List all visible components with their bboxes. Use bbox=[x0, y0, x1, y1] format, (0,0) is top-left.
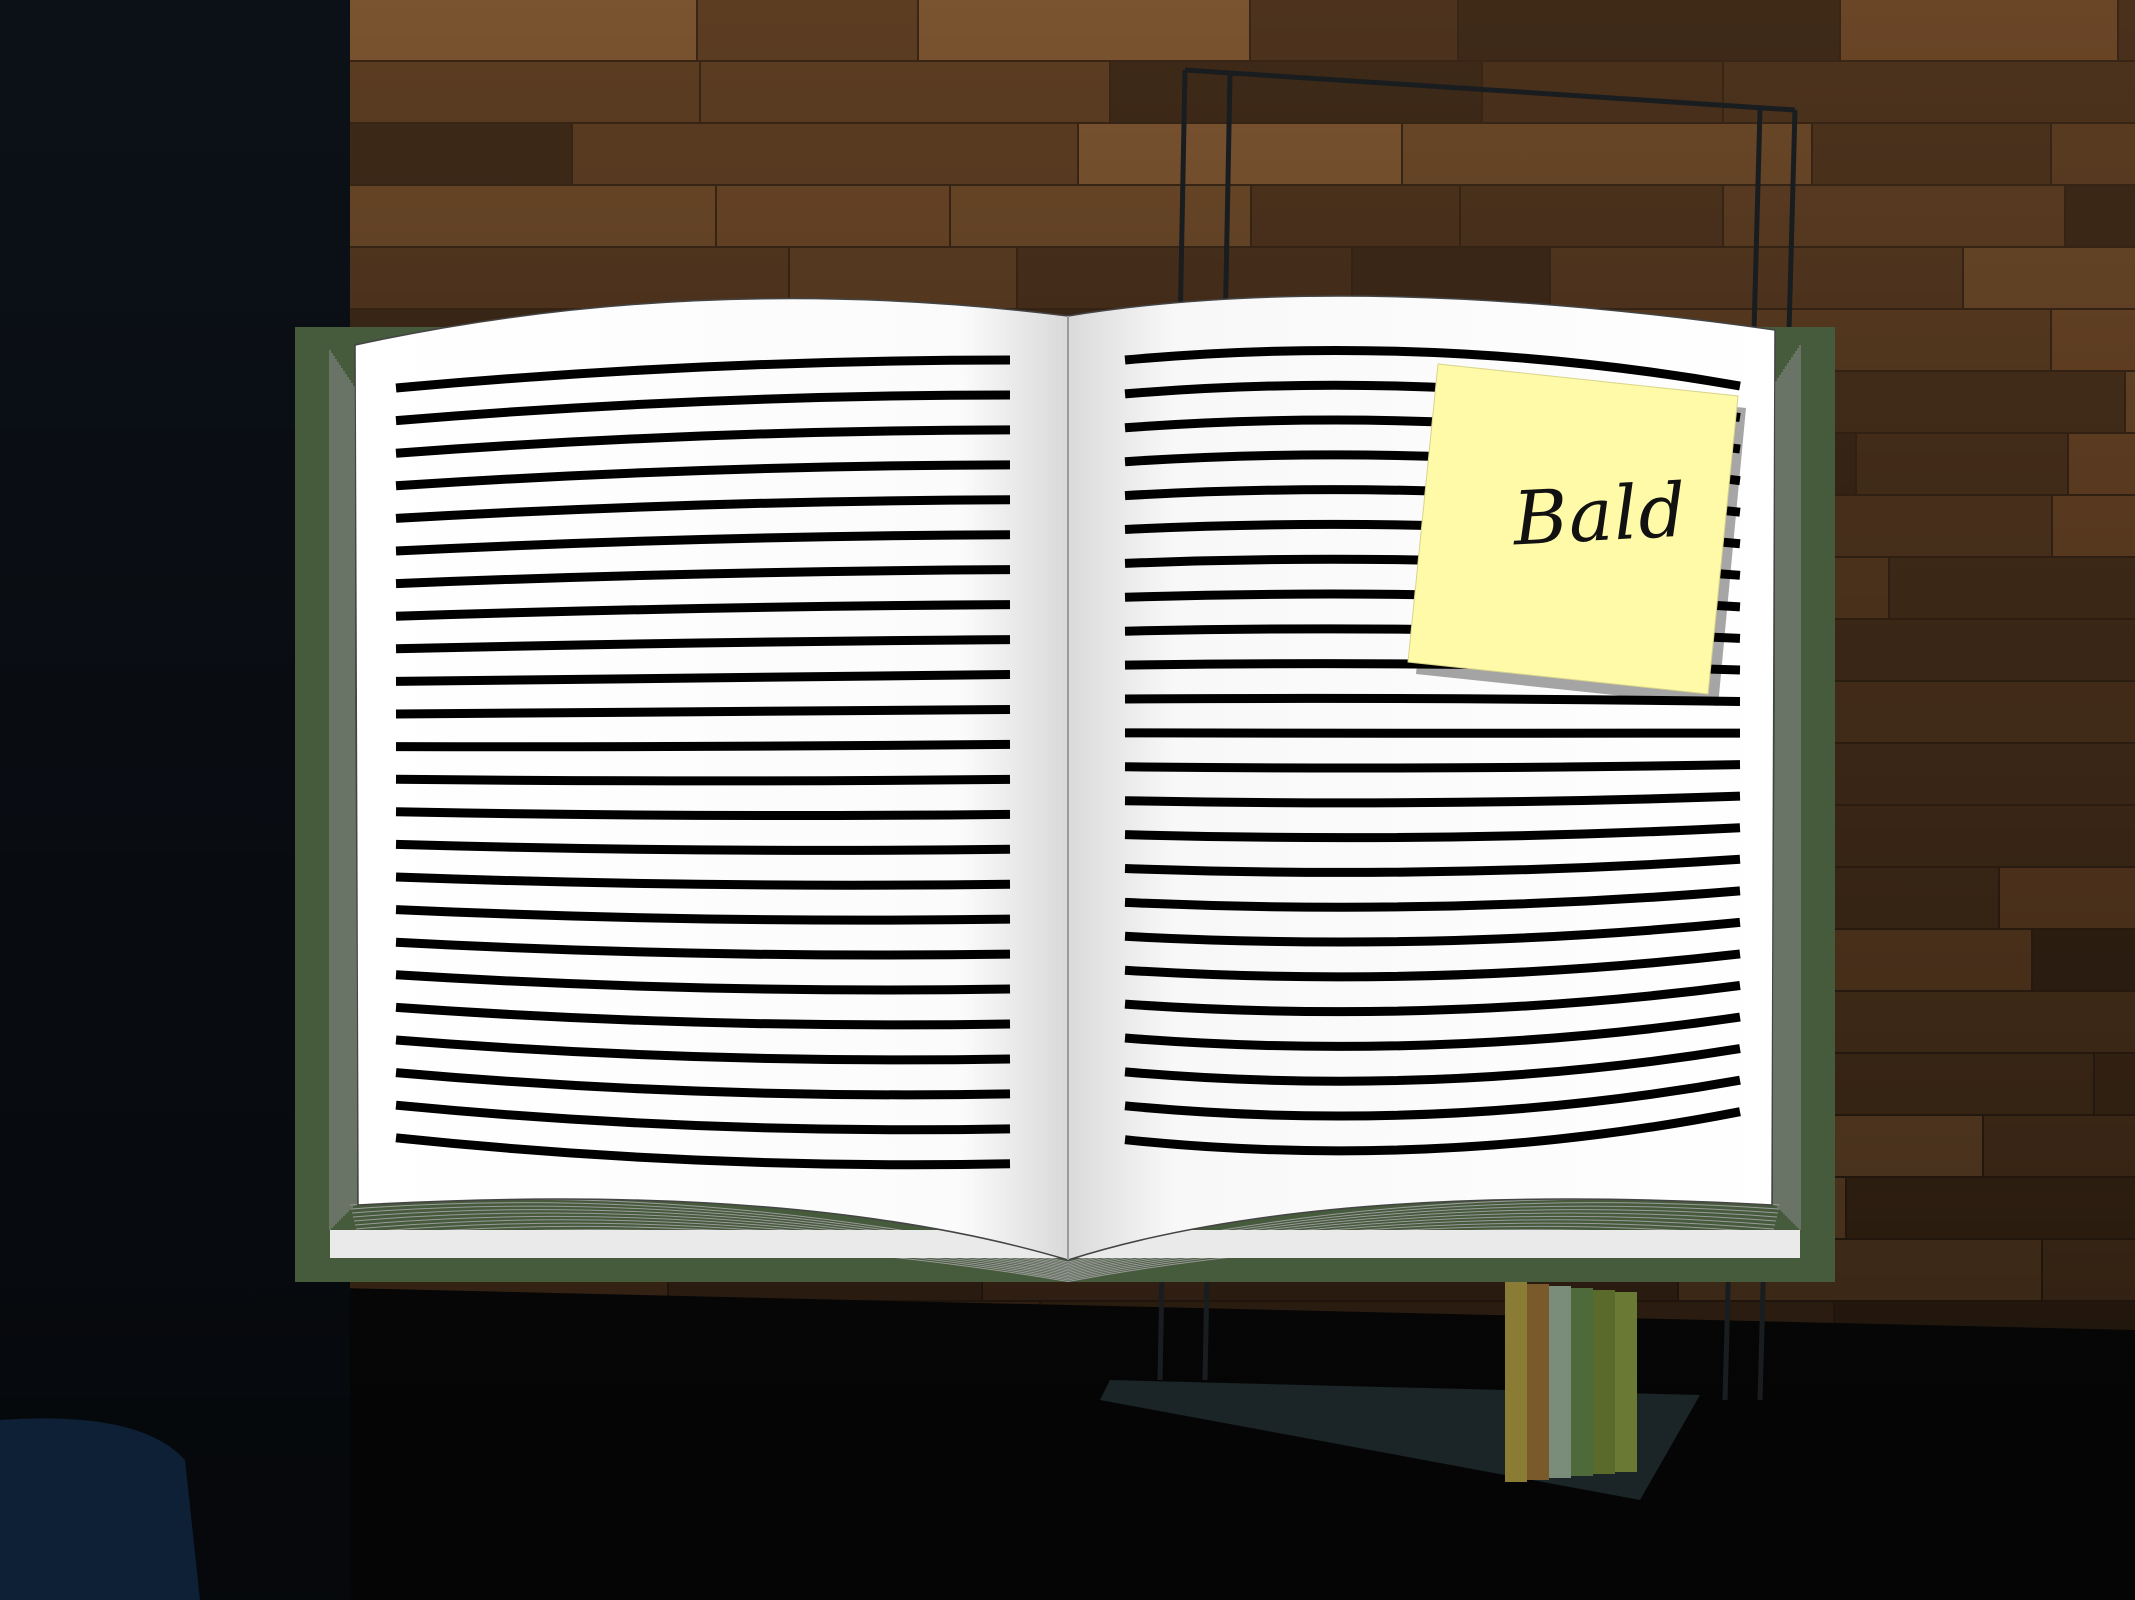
shelf-book bbox=[1615, 1292, 1637, 1472]
open-book[interactable] bbox=[295, 295, 1835, 1283]
text-line bbox=[1124, 760, 1741, 773]
sticky-note-label: Bald bbox=[1511, 467, 1689, 563]
shelf-books bbox=[1505, 1282, 1637, 1482]
text-line bbox=[395, 807, 1011, 821]
text-line bbox=[1124, 693, 1741, 707]
game-scene bbox=[0, 0, 2135, 1600]
shelf-book bbox=[1549, 1286, 1571, 1478]
text-line bbox=[395, 774, 1011, 786]
shelf-book bbox=[1571, 1288, 1593, 1476]
text-line bbox=[395, 739, 1011, 752]
shelf-book bbox=[1527, 1284, 1549, 1480]
shelf-book bbox=[1593, 1290, 1615, 1474]
shelf-book bbox=[1505, 1282, 1527, 1482]
text-line bbox=[395, 704, 1011, 719]
